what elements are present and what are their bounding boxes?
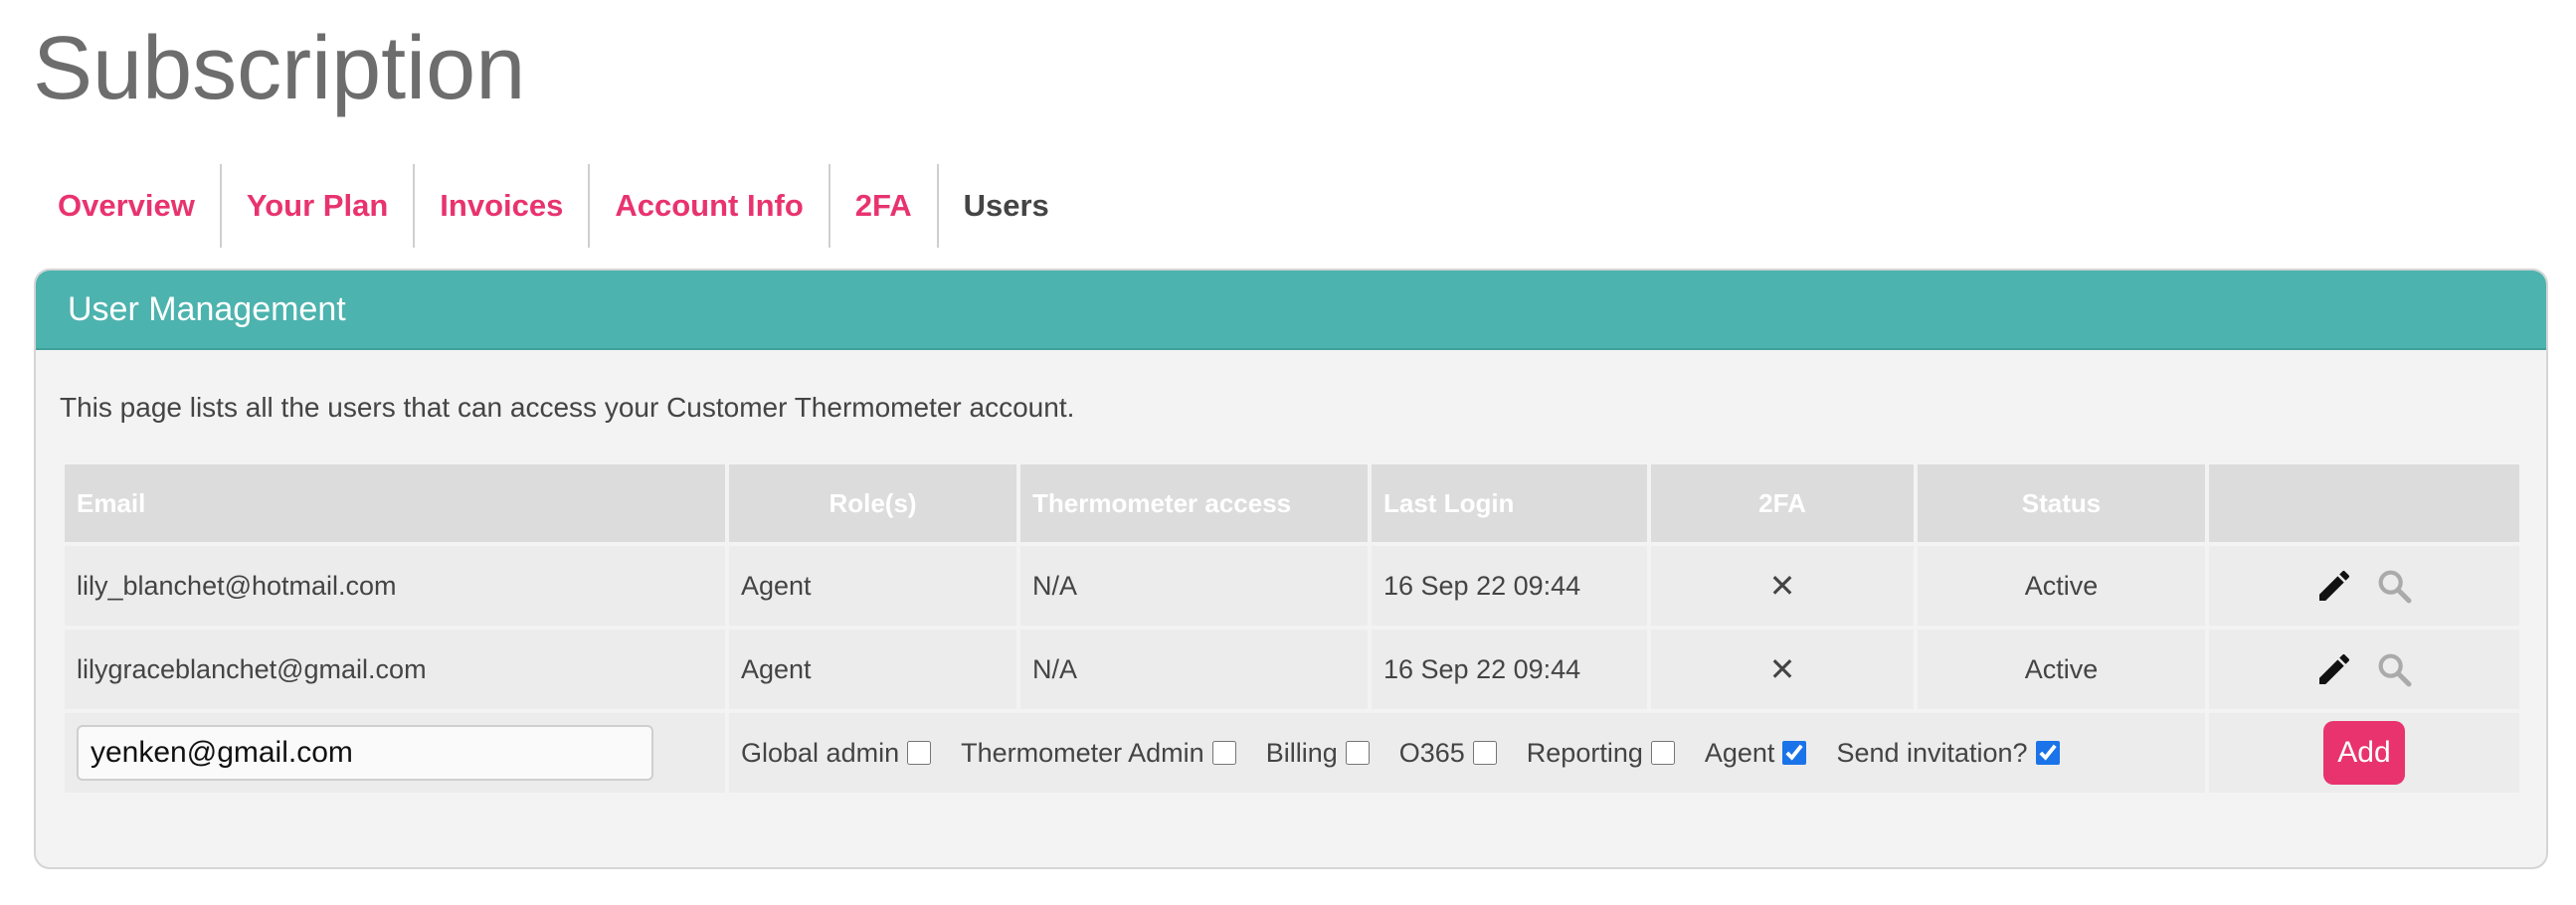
thermometer-admin-checkbox[interactable]: [1211, 741, 1236, 765]
user-last-login: 16 Sep 22 09:44: [1372, 626, 1647, 709]
page-title: Subscription: [33, 19, 526, 118]
role-label: Global admin: [741, 737, 900, 768]
user-status: Active: [1918, 542, 2205, 626]
send-invitation-checkbox[interactable]: [2035, 741, 2060, 765]
table-header-row: Email Role(s) Thermometer access Last Lo…: [65, 464, 2519, 542]
send-invitation[interactable]: Send invitation?: [1836, 737, 2060, 769]
tab-2fa[interactable]: 2FA: [830, 164, 939, 248]
tab-your-plan[interactable]: Your Plan: [222, 164, 416, 248]
role-reporting[interactable]: Reporting: [1527, 738, 1675, 769]
role-label: Agent: [1704, 737, 1775, 768]
pencil-icon[interactable]: [2314, 566, 2354, 606]
header-2fa[interactable]: 2FA: [1651, 464, 1914, 542]
user-roles: Agent: [729, 542, 1016, 626]
header-roles[interactable]: Role(s): [729, 464, 1016, 542]
header-actions: [2209, 464, 2519, 542]
user-access: N/A: [1020, 626, 1368, 709]
table-row: lily_blanchet@hotmail.com Agent N/A 16 S…: [65, 542, 2519, 626]
user-2fa-status: ✕: [1651, 542, 1914, 626]
pencil-icon[interactable]: [2314, 649, 2354, 689]
header-status[interactable]: Status: [1918, 464, 2205, 542]
new-user-row: Global admin Thermometer Admin Billing O…: [65, 709, 2519, 793]
magnifier-icon[interactable]: [2374, 649, 2414, 689]
role-label: Send invitation?: [1836, 737, 2028, 768]
header-email[interactable]: Email: [65, 464, 725, 542]
header-thermometer-access[interactable]: Thermometer access: [1020, 464, 1368, 542]
o365-checkbox[interactable]: [1472, 741, 1497, 765]
role-checkboxes: Global admin Thermometer Admin Billing O…: [741, 738, 2193, 769]
table-row: lilygraceblanchet@gmail.com Agent N/A 16…: [65, 626, 2519, 709]
role-agent[interactable]: Agent: [1705, 738, 1807, 769]
tab-overview[interactable]: Overview: [33, 164, 222, 248]
row-actions: [2209, 542, 2519, 626]
role-thermometer-admin[interactable]: Thermometer Admin: [961, 738, 1236, 769]
row-actions: [2209, 626, 2519, 709]
agent-checkbox[interactable]: [1782, 741, 1807, 765]
magnifier-icon[interactable]: [2374, 566, 2414, 606]
role-label: Reporting: [1526, 737, 1643, 768]
tab-account-info[interactable]: Account Info: [590, 164, 830, 248]
role-global-admin[interactable]: Global admin: [741, 737, 932, 769]
user-management-panel: User Management This page lists all the …: [34, 269, 2548, 869]
header-last-login[interactable]: Last Login: [1372, 464, 1647, 542]
role-label: Billing: [1265, 737, 1338, 768]
tab-users[interactable]: Users: [939, 164, 1074, 248]
reporting-checkbox[interactable]: [1650, 741, 1675, 765]
global-admin-checkbox[interactable]: [907, 741, 932, 765]
billing-checkbox[interactable]: [1345, 741, 1370, 765]
user-last-login: 16 Sep 22 09:44: [1372, 542, 1647, 626]
new-user-email-input[interactable]: [77, 725, 653, 781]
new-user-roles-cell: Global admin Thermometer Admin Billing O…: [729, 709, 2205, 793]
user-email: lilygraceblanchet@gmail.com: [65, 626, 725, 709]
add-cell: Add: [2209, 709, 2519, 793]
users-table: Email Role(s) Thermometer access Last Lo…: [61, 464, 2523, 793]
tab-invoices[interactable]: Invoices: [415, 164, 591, 248]
add-user-button[interactable]: Add: [2323, 721, 2405, 785]
user-2fa-status: ✕: [1651, 626, 1914, 709]
user-status: Active: [1918, 626, 2205, 709]
role-label: O365: [1398, 737, 1465, 768]
role-label: Thermometer Admin: [961, 737, 1204, 768]
panel-intro: This page lists all the users that can a…: [60, 392, 1075, 423]
new-user-email-cell: [65, 709, 725, 793]
panel-header: User Management: [36, 271, 2546, 350]
tab-bar: Overview Your Plan Invoices Account Info…: [33, 164, 1074, 248]
user-roles: Agent: [729, 626, 1016, 709]
role-billing[interactable]: Billing: [1266, 738, 1370, 769]
user-access: N/A: [1020, 542, 1368, 626]
role-o365[interactable]: O365: [1399, 738, 1497, 769]
user-email: lily_blanchet@hotmail.com: [65, 542, 725, 626]
